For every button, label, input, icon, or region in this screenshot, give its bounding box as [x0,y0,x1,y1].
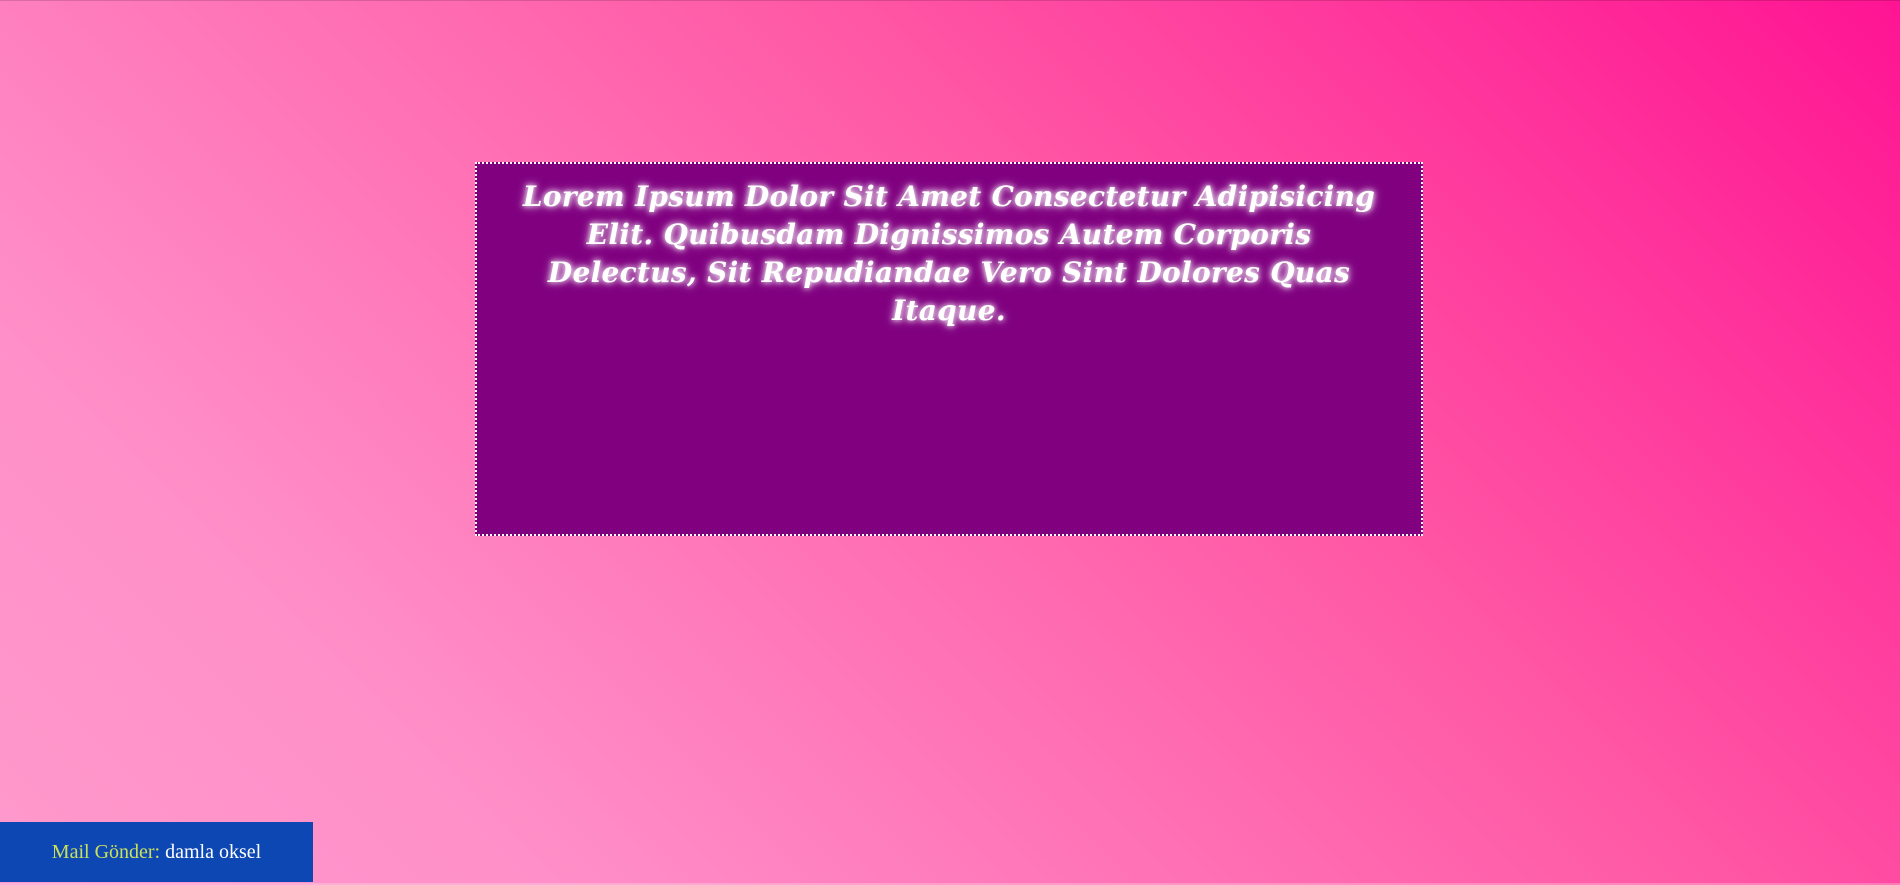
page-top-divider [0,0,1900,1]
content-box: Lorem Ipsum Dolor Sit Amet Consectetur A… [475,162,1423,536]
mail-label: Mail Gönder: [51,840,161,863]
mail-footer: Mail Gönder: damla oksel [0,822,313,882]
content-text: Lorem Ipsum Dolor Sit Amet Consectetur A… [522,180,1376,327]
mail-link[interactable]: damla oksel [165,841,261,864]
